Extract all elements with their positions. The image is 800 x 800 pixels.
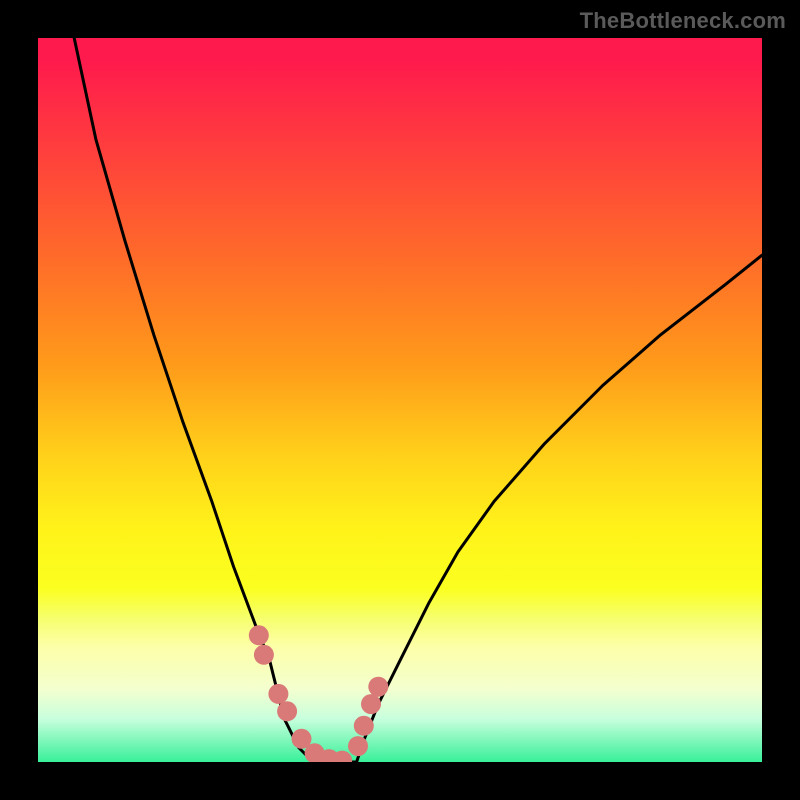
data-marker — [348, 736, 368, 756]
data-marker — [249, 625, 269, 645]
data-marker — [254, 645, 274, 665]
bottleneck-curve — [342, 255, 762, 762]
data-marker — [368, 677, 388, 697]
chart-frame: TheBottleneck.com — [0, 0, 800, 800]
plot-area — [38, 38, 762, 762]
bottleneck-curve — [74, 38, 342, 762]
data-marker — [354, 716, 374, 736]
data-marker — [277, 701, 297, 721]
curve-layer — [38, 38, 762, 762]
data-marker — [361, 694, 381, 714]
data-marker — [268, 684, 288, 704]
watermark-text: TheBottleneck.com — [580, 8, 786, 34]
